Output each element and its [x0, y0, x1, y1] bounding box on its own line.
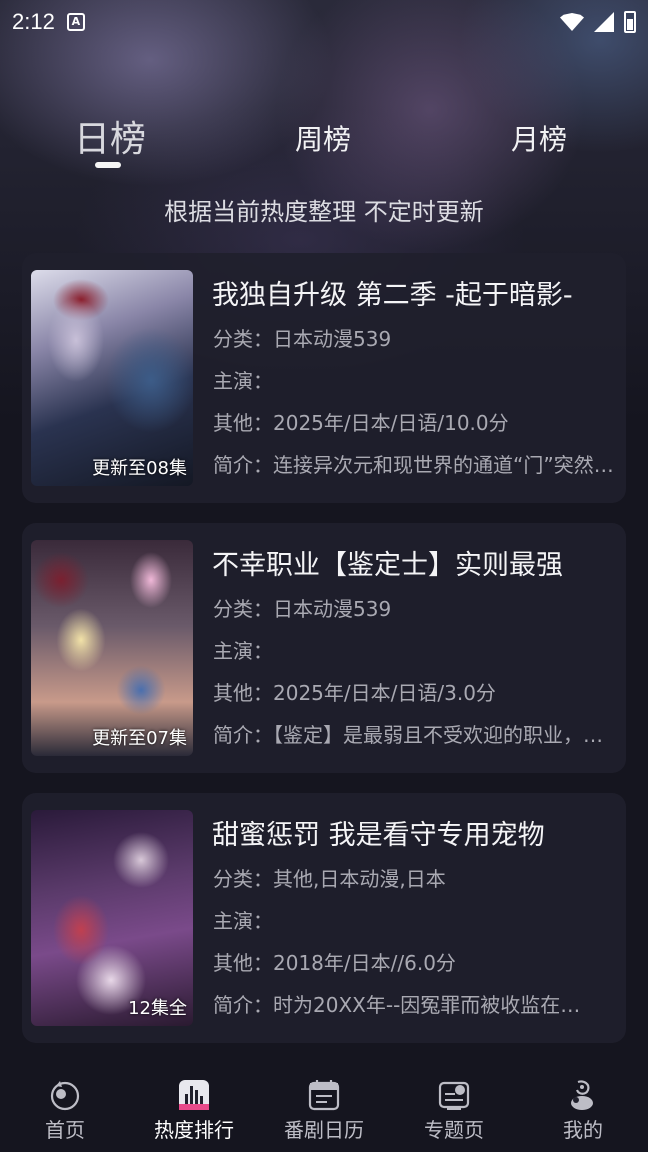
active-tab-indicator [95, 162, 121, 168]
anime-category: 分类：日本动漫539 [213, 327, 392, 351]
episode-badge: 更新至08集 [92, 458, 187, 479]
anime-category: 分类：日本动漫539 [213, 597, 392, 621]
anime-card[interactable]: 更新至08集 我独自升级 第二季 -起于暗影- 分类：日本动漫539 主演： 其… [22, 253, 626, 503]
signal-icon [594, 12, 614, 32]
anime-poster[interactable]: 更新至07集 [31, 540, 193, 756]
ranking-subtitle: 根据当前热度整理 不定时更新 [164, 198, 484, 226]
battery-icon [624, 11, 636, 33]
anime-cast: 主演： [213, 909, 273, 933]
nav-label: 番剧日历 [284, 1118, 364, 1142]
status-bar: 2:12 A [0, 0, 648, 44]
tab-weekly[interactable]: 周榜 [295, 118, 351, 158]
anime-other-info: 其他：2025年/日本/日语/10.0分 [213, 411, 509, 435]
status-time: 2:12 [12, 9, 55, 34]
ranking-tabs: 日榜 周榜 月榜 [0, 108, 648, 168]
anime-poster[interactable]: 更新至08集 [31, 270, 193, 486]
anime-category: 分类：其他,日本动漫,日本 [213, 867, 446, 891]
anime-card[interactable]: 12集全 甜蜜惩罚 我是看守专用宠物 分类：其他,日本动漫,日本 主演： 其他：… [22, 793, 626, 1043]
anime-cast: 主演： [213, 639, 273, 663]
topic-icon [438, 1081, 470, 1110]
anime-card[interactable]: 更新至07集 不幸职业【鉴定士】实则最强 分类：日本动漫539 主演： 其他：2… [22, 523, 626, 773]
home-icon [50, 1081, 80, 1111]
anime-cast: 主演： [213, 369, 273, 393]
nav-item-topic[interactable]: 专题页 [394, 1066, 514, 1143]
calendar-icon [308, 1080, 340, 1111]
anime-intro: 简介：时为20XX年--因冤罪而被收监在… [213, 993, 581, 1017]
nav-item-home[interactable]: 首页 [5, 1066, 125, 1143]
nav-label: 我的 [563, 1118, 603, 1142]
bottom-nav: 首页 热度排行 番剧日历 专题页 我的 [0, 1066, 648, 1152]
profile-icon [571, 1080, 593, 1110]
nav-label: 热度排行 [154, 1118, 234, 1142]
episode-badge: 12集全 [128, 998, 187, 1019]
nav-label: 专题页 [424, 1118, 484, 1142]
anime-intro: 简介：【鉴定】是最弱且不受欢迎的职业，他却是最强的存在 [213, 723, 617, 747]
wifi-icon [560, 13, 584, 31]
app-notification-icon: A [66, 13, 85, 31]
anime-intro: 简介：连接异次元和现世界的通道“门”突然出现已经过去了十年 [213, 453, 617, 477]
nav-item-calendar[interactable]: 番剧日历 [264, 1066, 384, 1143]
anime-title: 甜蜜惩罚 我是看守专用宠物 [212, 820, 545, 851]
anime-title: 我独自升级 第二季 -起于暗影- [212, 280, 573, 311]
ranking-icon [179, 1080, 209, 1110]
nav-item-profile[interactable]: 我的 [523, 1066, 643, 1143]
tab-daily[interactable]: 日榜 [74, 110, 146, 162]
anime-other-info: 其他：2018年/日本//6.0分 [213, 951, 456, 975]
anime-poster[interactable]: 12集全 [31, 810, 193, 1026]
tab-monthly[interactable]: 月榜 [511, 118, 567, 158]
anime-title: 不幸职业【鉴定士】实则最强 [212, 550, 563, 581]
nav-item-ranking[interactable]: 热度排行 [134, 1066, 254, 1143]
episode-badge: 更新至07集 [92, 728, 187, 749]
nav-label: 首页 [45, 1118, 85, 1142]
anime-other-info: 其他：2025年/日本/日语/3.0分 [213, 681, 496, 705]
